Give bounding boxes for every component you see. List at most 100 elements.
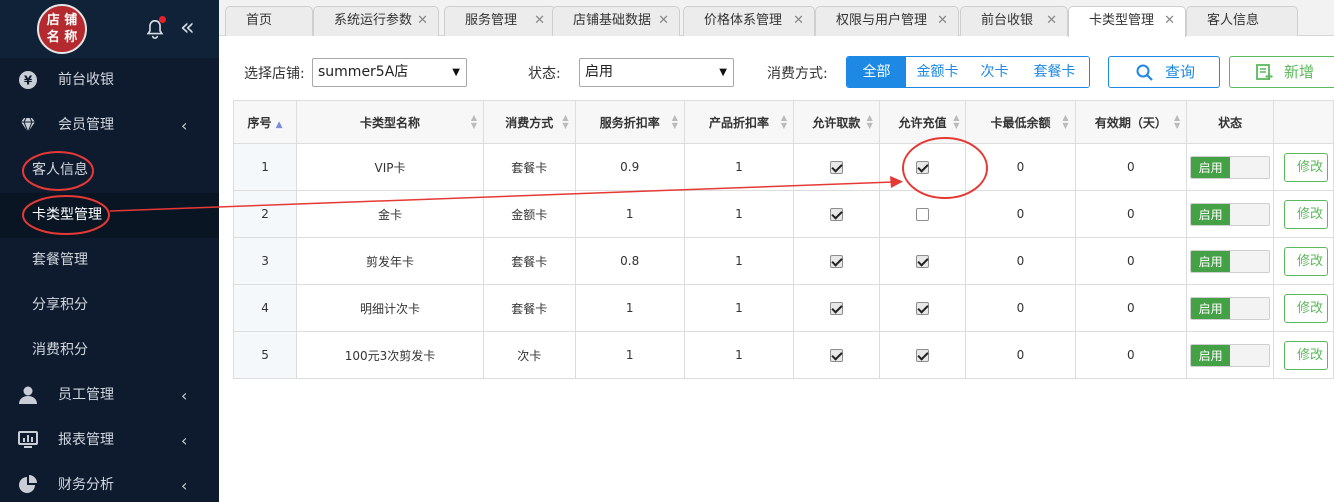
table-cell-recharge	[878, 143, 967, 191]
tab-cashier[interactable]: 前台收银 ✕	[960, 6, 1068, 36]
tab-guest-info[interactable]: 客人信息	[1186, 6, 1298, 36]
sidebar-sub-label: 消费积分	[32, 342, 88, 358]
close-icon[interactable]: ✕	[793, 7, 804, 35]
table-cell-withdraw	[793, 143, 880, 191]
column-header	[1273, 100, 1334, 144]
tab-label: 价格体系管理	[704, 13, 783, 28]
allow-recharge-checkbox[interactable]	[916, 302, 930, 315]
edit-button[interactable]: 修改	[1284, 246, 1329, 276]
consume-option-amount-card[interactable]: 金额卡	[906, 57, 969, 87]
column-header[interactable]: 有效期（天） ▲ ▼	[1074, 100, 1188, 144]
close-icon[interactable]: ✕	[1046, 7, 1057, 35]
store-select-label: 选择店铺:	[244, 66, 305, 82]
table-cell-action: 修改	[1273, 143, 1334, 191]
sidebar-menu: ¥ 前台收银 会员管理 ‹ 客人信息 卡类型管理 套餐管理 分享积分 消费积分	[0, 58, 219, 502]
close-icon[interactable]: ✕	[658, 7, 669, 35]
tab-label: 客人信息	[1207, 13, 1260, 28]
search-button[interactable]: 查询	[1108, 56, 1220, 88]
status-toggle[interactable]: 启用	[1190, 202, 1271, 226]
allow-withdraw-checkbox[interactable]	[829, 161, 843, 174]
sidebar-item-staff[interactable]: 员工管理 ‹	[0, 373, 219, 418]
column-header-label: 允许取款	[812, 115, 861, 130]
sidebar-sub-card-type[interactable]: 卡类型管理	[0, 193, 219, 238]
tab-card-type[interactable]: 卡类型管理 ✕	[1068, 6, 1186, 37]
column-header[interactable]: 允许充值 ▲ ▼	[878, 100, 967, 144]
tab-store-data[interactable]: 店铺基础数据 ✕	[552, 6, 680, 36]
status-toggle[interactable]: 启用	[1190, 155, 1271, 179]
column-header[interactable]: 序号 ▲	[232, 100, 298, 144]
column-header[interactable]: 产品折扣率 ▲ ▼	[683, 100, 795, 144]
table-cell-no: 4	[232, 284, 298, 332]
sidebar-item-finance[interactable]: 财务分析 ‹	[0, 463, 219, 502]
pie-chart-icon	[19, 475, 37, 493]
allow-withdraw-checkbox[interactable]	[829, 208, 843, 221]
column-header[interactable]: 服务折扣率 ▲ ▼	[574, 100, 685, 144]
sidebar-item-cashier[interactable]: ¥ 前台收银	[0, 58, 219, 103]
table-cell-no: 1	[232, 143, 298, 191]
sidebar-sub-share-points[interactable]: 分享积分	[0, 283, 219, 328]
table-cell-svc: 1	[574, 331, 685, 379]
allow-recharge-checkbox[interactable]	[916, 255, 930, 268]
tab-system-params[interactable]: 系统运行参数 ✕	[313, 6, 439, 36]
edit-button[interactable]: 修改	[1284, 199, 1329, 229]
sort-icon: ▲ ▼	[780, 113, 788, 130]
table-cell-action: 修改	[1273, 284, 1334, 332]
allow-recharge-checkbox[interactable]	[916, 208, 930, 221]
status-toggle-label: 启用	[1191, 297, 1231, 319]
edit-button[interactable]: 修改	[1284, 293, 1329, 323]
tab-service-mgmt[interactable]: 服务管理 ✕	[444, 6, 556, 36]
tab-price-system[interactable]: 价格体系管理 ✕	[683, 6, 815, 36]
sidebar-sub-package[interactable]: 套餐管理	[0, 238, 219, 283]
consume-option-all[interactable]: 全部	[847, 57, 906, 87]
store-select[interactable]: summer5A店 ▼	[312, 58, 467, 87]
close-icon[interactable]: ✕	[417, 7, 428, 35]
column-header[interactable]: 允许取款 ▲ ▼	[793, 100, 880, 144]
table-cell-recharge	[878, 237, 967, 285]
column-header[interactable]: 卡类型名称 ▲ ▼	[296, 100, 485, 144]
table-cell-svc: 0.9	[574, 143, 685, 191]
sidebar-sub-guest-info[interactable]: 客人信息	[0, 148, 219, 193]
edit-button[interactable]: 修改	[1284, 340, 1329, 370]
table-cell-svc: 1	[574, 284, 685, 332]
collapse-sidebar-icon[interactable]: «	[180, 14, 195, 40]
consume-option-package-card[interactable]: 套餐卡	[1020, 57, 1089, 87]
allow-recharge-checkbox[interactable]	[916, 161, 930, 174]
allow-recharge-checkbox[interactable]	[916, 349, 930, 362]
add-button-label: 新增	[1284, 63, 1315, 81]
close-icon[interactable]: ✕	[937, 7, 948, 35]
edit-button[interactable]: 修改	[1284, 152, 1329, 182]
table-cell-name: VIP卡	[296, 143, 485, 191]
sort-icon: ▲ ▼	[1173, 113, 1181, 130]
diamond-icon	[21, 117, 35, 134]
consume-mode-filter: 全部 金额卡 次卡 套餐卡	[846, 56, 1090, 88]
sidebar-item-member[interactable]: 会员管理 ‹	[0, 103, 219, 148]
allow-withdraw-checkbox[interactable]	[829, 255, 843, 268]
sort-icon: ▲ ▼	[671, 113, 678, 130]
consume-option-count-card[interactable]: 次卡	[969, 57, 1020, 87]
close-icon[interactable]: ✕	[1164, 7, 1175, 35]
column-header[interactable]: 卡最低余额 ▲ ▼	[965, 100, 1076, 144]
add-record-icon	[1256, 64, 1273, 80]
tab-label: 前台收银	[981, 13, 1034, 28]
add-button[interactable]: 新增	[1229, 56, 1334, 88]
status-toggle[interactable]: 启用	[1190, 249, 1271, 273]
status-select-label: 状态:	[528, 66, 561, 82]
table-cell-mode: 套餐卡	[483, 284, 576, 332]
sidebar-item-reports[interactable]: 报表管理 ‹	[0, 418, 219, 463]
notification-dot	[159, 16, 166, 23]
store-logo-line1: 店 铺	[46, 13, 78, 28]
sort-asc-icon: ▲	[275, 119, 283, 130]
column-header[interactable]: 消费方式 ▲ ▼	[483, 100, 576, 144]
tab-permissions[interactable]: 权限与用户管理 ✕	[815, 6, 959, 36]
close-icon[interactable]: ✕	[534, 7, 545, 35]
allow-withdraw-checkbox[interactable]	[829, 302, 843, 315]
sidebar-sub-consume-points[interactable]: 消费积分	[0, 328, 219, 373]
status-toggle[interactable]: 启用	[1190, 343, 1271, 367]
status-select[interactable]: 启用 ▼	[579, 58, 734, 87]
tab-home[interactable]: 首页	[225, 6, 313, 36]
status-toggle[interactable]: 启用	[1190, 296, 1271, 320]
allow-withdraw-checkbox[interactable]	[829, 349, 843, 362]
consume-mode-label: 消费方式:	[767, 66, 828, 82]
table-cell-withdraw	[793, 284, 880, 332]
sidebar-item-label: 前台收银	[58, 72, 114, 88]
